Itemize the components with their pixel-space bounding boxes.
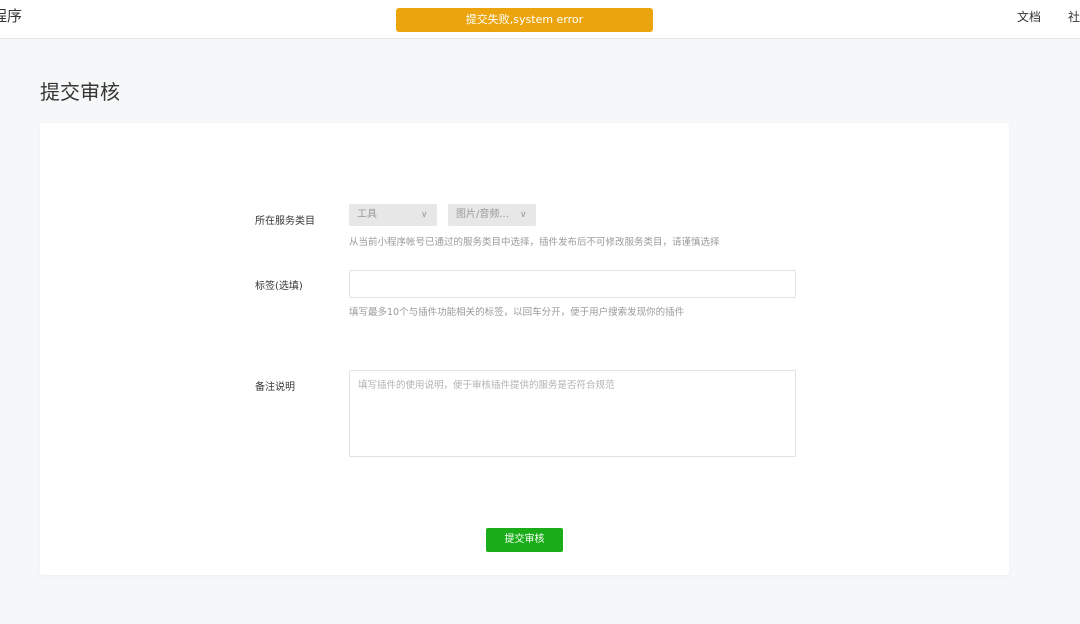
error-toast: 提交失败,system error: [396, 8, 653, 32]
tags-label: 标签(选填): [255, 281, 303, 292]
category-primary-select[interactable]: 工具 ∨: [349, 204, 437, 226]
category-secondary-value: 图片/音频...: [456, 209, 509, 220]
chevron-down-icon: ∨: [520, 210, 527, 220]
top-bar: 程序 提交失败,system error 文档 社: [0, 0, 1080, 39]
category-label: 所在服务类目: [255, 216, 315, 227]
category-secondary-select[interactable]: 图片/音频... ∨: [448, 204, 536, 226]
category-primary-value: 工具: [357, 209, 377, 220]
category-hint: 从当前小程序帐号已通过的服务类目中选择，插件发布后不可修改服务类目，请谨慎选择: [349, 237, 720, 248]
tags-hint: 填写最多10个与插件功能相关的标签，以回车分开，便于用户搜索发现你的插件: [349, 307, 685, 318]
remarks-textarea[interactable]: 填写插件的使用说明，便于审核插件提供的服务是否符合规范: [349, 370, 796, 457]
tags-input[interactable]: [349, 270, 796, 298]
nav-docs-link[interactable]: 文档: [1017, 8, 1041, 25]
nav-community-link[interactable]: 社: [1068, 8, 1080, 25]
remarks-label: 备注说明: [255, 382, 295, 393]
brand-title[interactable]: 程序: [0, 5, 22, 26]
remarks-placeholder: 填写插件的使用说明，便于审核插件提供的服务是否符合规范: [358, 380, 615, 391]
submit-review-button[interactable]: 提交审核: [486, 528, 563, 552]
submit-review-form: 所在服务类目 工具 ∨ 图片/音频... ∨ 从当前小程序帐号已通过的服务类目中…: [40, 123, 1009, 575]
chevron-down-icon: ∨: [421, 210, 428, 220]
page-title: 提交审核: [40, 80, 120, 104]
